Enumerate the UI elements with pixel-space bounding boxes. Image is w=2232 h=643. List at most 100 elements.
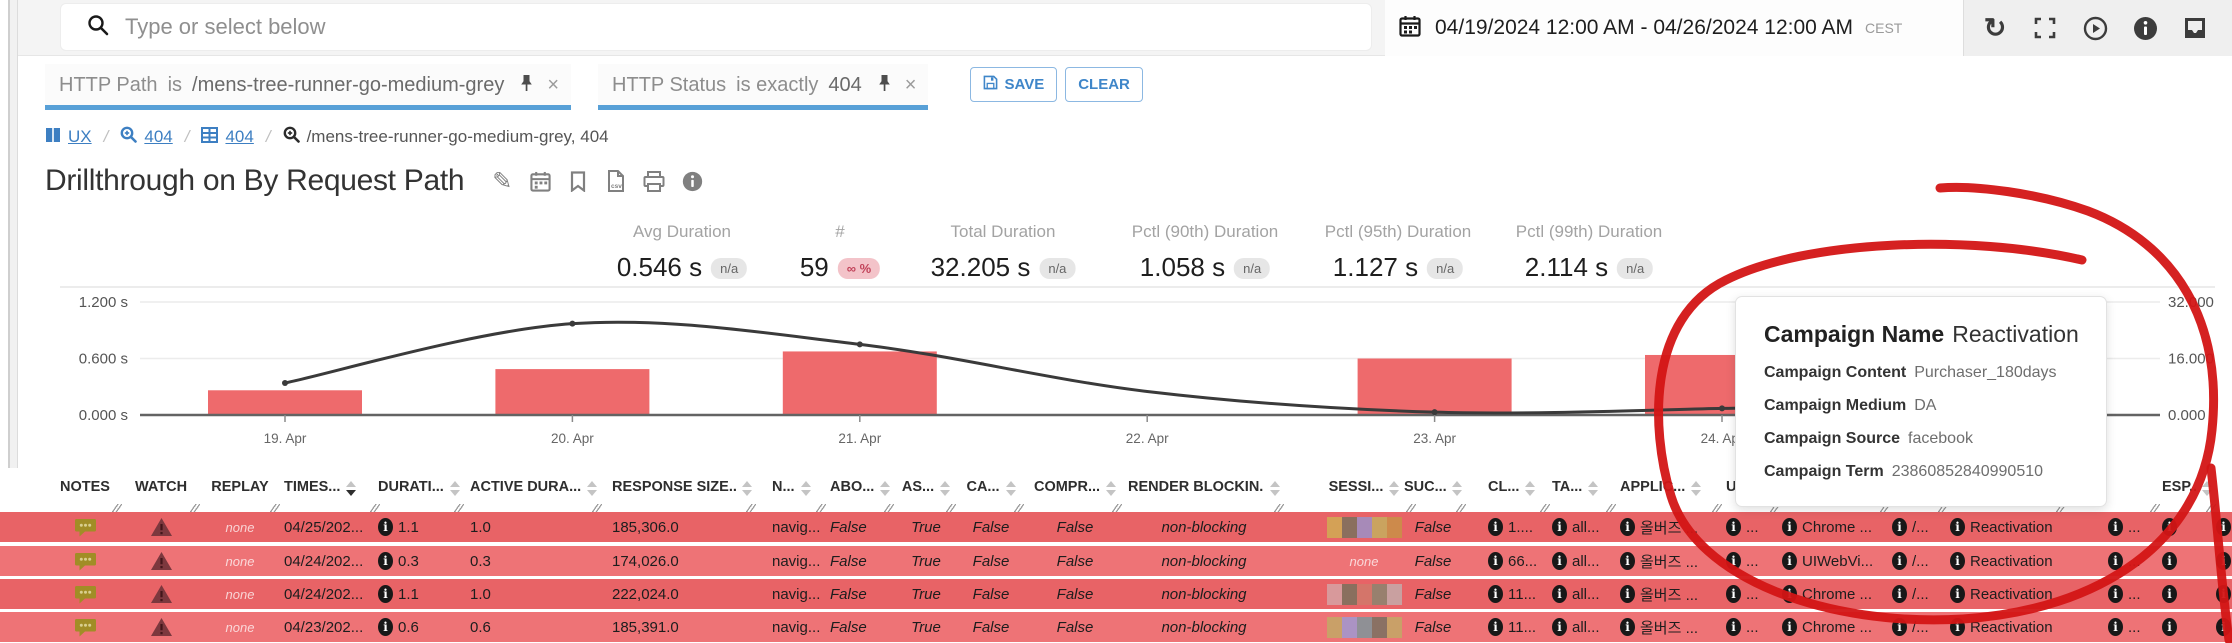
date-range-picker[interactable]: 04/19/2024 12:00 AM - 04/26/2024 12:00 A… (1385, 15, 1963, 42)
info-circle-icon[interactable]: i (1892, 518, 1907, 536)
info-circle-icon[interactable]: i (1488, 552, 1503, 570)
column-header-render-blockin[interactable]: RENDER BLOCKIN... (1128, 474, 1280, 512)
column-header-watch[interactable]: WATCH (126, 474, 196, 512)
column-header-hidden-24[interactable] (2216, 474, 2232, 512)
column-resize-grip[interactable] (1712, 504, 1722, 512)
column-resize-grip[interactable] (2206, 504, 2216, 512)
column-resize-grip[interactable] (190, 504, 200, 512)
info-circle-icon[interactable]: i (1620, 585, 1635, 603)
info-circle-icon[interactable]: i (2108, 518, 2123, 536)
info-circle-icon[interactable]: i (1892, 585, 1907, 603)
info-circle-icon[interactable]: i (378, 618, 393, 636)
breadcrumb-item-ux[interactable]: UX (45, 127, 92, 148)
info-circle-icon[interactable]: i (1726, 585, 1741, 603)
info-circle-icon[interactable]: i (1488, 618, 1503, 636)
breadcrumb-item-404-table[interactable]: 404 (201, 127, 253, 148)
column-header-replay[interactable]: REPLAY (204, 474, 276, 512)
column-resize-grip[interactable] (112, 504, 122, 512)
column-header-esp[interactable]: ESP... (2162, 474, 2212, 512)
sort-arrows-icon[interactable] (1525, 481, 1535, 496)
column-resize-grip[interactable] (746, 504, 756, 512)
sort-arrows-icon[interactable] (1389, 481, 1399, 496)
watch-warning-icon[interactable] (126, 612, 196, 642)
sort-arrows-icon[interactable] (1588, 481, 1598, 496)
column-header-hidden-22[interactable] (2108, 474, 2156, 512)
watch-warning-icon[interactable] (126, 579, 196, 609)
calendar-icon[interactable] (528, 169, 552, 193)
save-button[interactable]: SAVE (970, 67, 1057, 102)
info-circle-icon[interactable]: i (1726, 618, 1741, 636)
edit-icon[interactable]: ✎ (490, 169, 514, 193)
filter-chip-http-path[interactable]: HTTP Path is /mens-tree-runner-go-medium… (45, 64, 571, 110)
column-header-suc[interactable]: SUC... (1404, 474, 1462, 512)
info-circle-icon[interactable]: i (1552, 585, 1567, 603)
table-row[interactable]: none04/23/202...i0.60.6185,391.0navig...… (0, 612, 2232, 642)
column-resize-grip[interactable] (1540, 504, 1550, 512)
sort-arrows-icon[interactable] (450, 481, 460, 496)
column-header-cl[interactable]: CL... (1488, 474, 1546, 512)
column-header-applic[interactable]: APPLIC... (1620, 474, 1718, 512)
column-header-notes[interactable]: NOTES (52, 474, 118, 512)
column-header-as[interactable]: AS... (900, 474, 952, 512)
column-resize-grip[interactable] (1606, 504, 1616, 512)
table-row[interactable]: none04/24/202...i0.30.3174,026.0navig...… (0, 546, 2232, 576)
column-header-durati[interactable]: DURATI... (378, 474, 460, 512)
info-circle-icon[interactable]: i (1488, 585, 1503, 603)
sort-arrows-icon[interactable] (1691, 481, 1701, 496)
info-circle-icon[interactable]: i (2216, 585, 2231, 603)
play-icon[interactable] (2082, 15, 2108, 41)
info-circle-icon[interactable]: i (1726, 552, 1741, 570)
column-resize-grip[interactable] (1274, 504, 1284, 512)
column-resize-grip[interactable] (884, 504, 894, 512)
sort-arrows-icon[interactable] (1452, 481, 1462, 496)
info-circle-icon[interactable]: i (1782, 518, 1797, 536)
watch-warning-icon[interactable] (126, 546, 196, 576)
info-circle-icon[interactable]: i (1620, 552, 1635, 570)
table-row[interactable]: none04/25/202...i1.11.0185,306.0navig...… (0, 512, 2232, 542)
column-resize-grip[interactable] (816, 504, 826, 512)
column-resize-grip[interactable] (1014, 504, 1024, 512)
column-resize-grip[interactable] (1456, 504, 1466, 512)
filter-chip-http-status[interactable]: HTTP Status is exactly 404 × (598, 64, 928, 110)
column-resize-grip[interactable] (1112, 504, 1122, 512)
sort-arrows-icon[interactable] (1006, 481, 1016, 496)
info-icon[interactable] (680, 169, 704, 193)
info-circle-icon[interactable]: i (2162, 518, 2177, 536)
column-header-times[interactable]: TIMES... (284, 474, 376, 512)
sort-arrows-icon[interactable] (2202, 481, 2212, 496)
bookmark-icon[interactable] (566, 169, 590, 193)
info-circle-icon[interactable]: i (2108, 585, 2123, 603)
breadcrumb-link[interactable]: 404 (225, 127, 253, 147)
sort-arrows-icon[interactable] (346, 481, 356, 496)
info-icon[interactable] (2132, 15, 2158, 41)
column-header-active-dura[interactable]: ACTIVE DURA... (470, 474, 598, 512)
info-circle-icon[interactable]: i (378, 552, 393, 570)
column-header-compr[interactable]: COMPR... (1032, 474, 1118, 512)
breadcrumb-link[interactable]: UX (68, 127, 92, 147)
info-circle-icon[interactable]: i (1892, 618, 1907, 636)
column-header-abo[interactable]: ABO... (830, 474, 890, 512)
search-input[interactable] (125, 14, 1371, 40)
column-header-ca[interactable]: CA... (962, 474, 1020, 512)
breadcrumb-item-404-funnel[interactable]: 404 (120, 126, 172, 148)
info-circle-icon[interactable]: i (378, 585, 393, 603)
info-circle-icon[interactable]: i (1782, 618, 1797, 636)
refresh-icon[interactable]: ↻ (1982, 15, 2008, 41)
note-icon[interactable] (52, 612, 118, 642)
info-circle-icon[interactable]: i (1620, 618, 1635, 636)
sort-arrows-icon[interactable] (1270, 481, 1280, 496)
note-icon[interactable] (52, 546, 118, 576)
column-header-response-size[interactable]: RESPONSE SIZE... (612, 474, 752, 512)
info-circle-icon[interactable]: i (2108, 552, 2123, 570)
column-header-n[interactable]: N... (772, 474, 822, 512)
column-resize-grip[interactable] (592, 504, 602, 512)
column-resize-grip[interactable] (2150, 504, 2160, 512)
info-circle-icon[interactable]: i (2216, 552, 2231, 570)
info-circle-icon[interactable]: i (1950, 618, 1965, 636)
info-circle-icon[interactable]: i (378, 518, 393, 536)
export-csv-icon[interactable]: csv (604, 169, 628, 193)
sort-arrows-icon[interactable] (940, 481, 950, 496)
info-circle-icon[interactable]: i (2162, 618, 2177, 636)
note-icon[interactable] (52, 579, 118, 609)
print-icon[interactable] (642, 169, 666, 193)
